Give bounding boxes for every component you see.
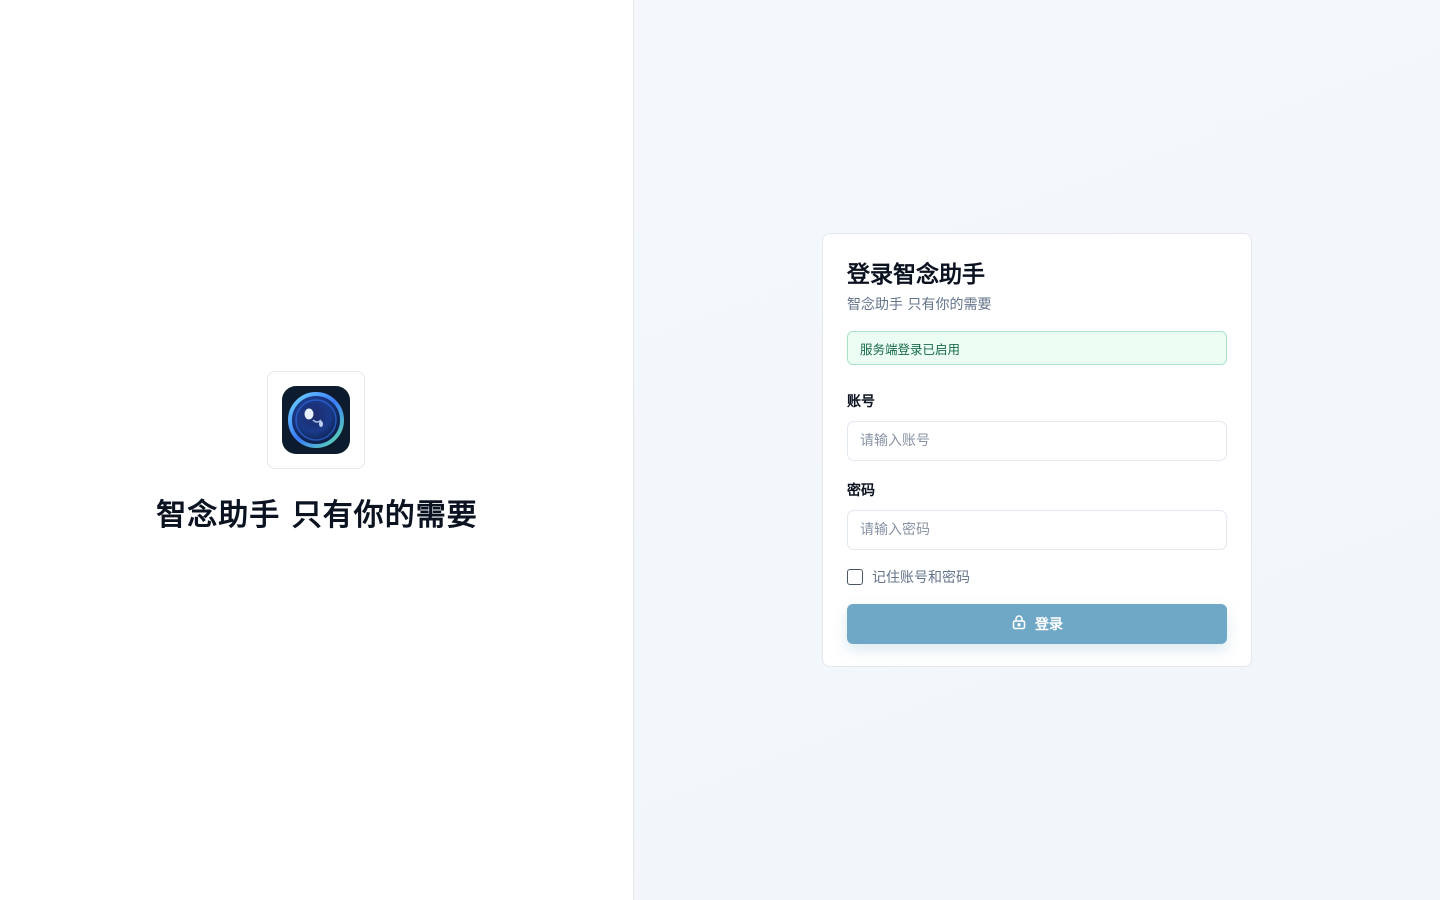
login-subtitle: 智念助手 只有你的需要 — [847, 297, 992, 313]
login-button[interactable]: 登录 — [847, 604, 1227, 644]
login-panel: 登录智念助手 智念助手 只有你的需要 服务端登录已启用 账号 密码 记住账号和密… — [634, 0, 1440, 900]
password-input[interactable] — [847, 510, 1227, 550]
camera-lens-icon — [282, 386, 350, 454]
status-message: 服务端登录已启用 — [860, 341, 961, 357]
password-label: 密码 — [847, 483, 875, 499]
account-input[interactable] — [847, 421, 1227, 461]
remember-row[interactable]: 记住账号和密码 — [847, 568, 1227, 586]
brand-panel: 智念助手 只有你的需要 — [0, 0, 634, 900]
brand-slogan: 智念助手 只有你的需要 — [156, 498, 478, 533]
login-page: 智念助手 只有你的需要 登录智念助手 智念助手 只有你的需要 服务端登录已启用 … — [0, 0, 1440, 900]
login-card: 登录智念助手 智念助手 只有你的需要 服务端登录已启用 账号 密码 记住账号和密… — [822, 233, 1252, 667]
login-button-label: 登录 — [1035, 617, 1063, 633]
app-logo — [267, 371, 365, 469]
remember-checkbox[interactable] — [847, 569, 863, 585]
remember-label: 记住账号和密码 — [872, 570, 970, 586]
login-title: 登录智念助手 — [847, 262, 985, 288]
lock-icon — [1011, 614, 1027, 634]
status-banner: 服务端登录已启用 — [847, 331, 1227, 365]
account-label: 账号 — [847, 394, 875, 410]
